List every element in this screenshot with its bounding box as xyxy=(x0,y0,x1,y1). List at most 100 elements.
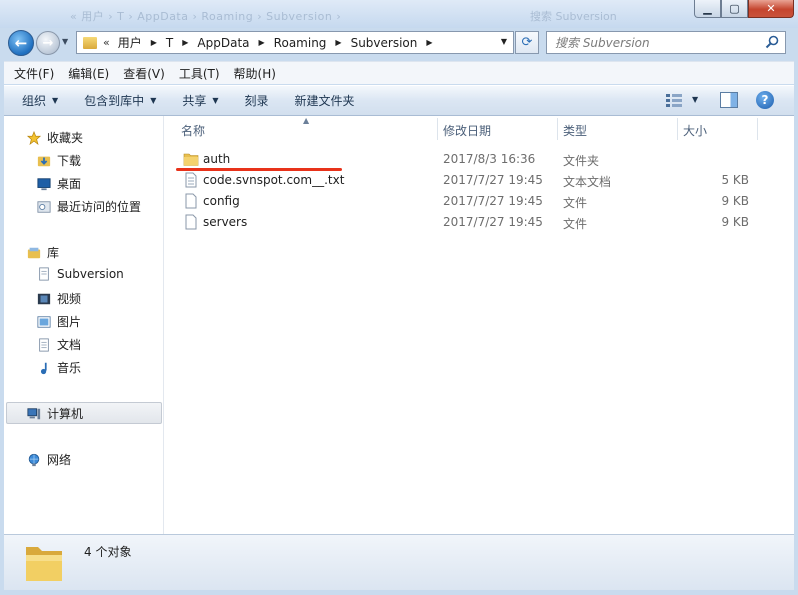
download-folder-icon xyxy=(37,156,51,166)
file-name: code.svnspot.com__.txt xyxy=(203,173,345,187)
nav-subversion[interactable]: Subversion xyxy=(36,267,124,281)
nav-subversion-label: Subversion xyxy=(57,267,124,281)
organize-label: 组织 xyxy=(22,94,47,108)
close-icon: ✕ xyxy=(766,2,776,15)
help-button[interactable]: ? xyxy=(756,91,774,109)
table-row[interactable]: config 2017/7/27 19:45 文件 9 KB xyxy=(179,191,779,211)
chevron-right-icon[interactable]: ▶ xyxy=(151,38,157,47)
music-icon xyxy=(40,362,47,374)
column-divider[interactable] xyxy=(437,118,438,140)
minimize-button[interactable]: ▁ xyxy=(694,0,721,18)
forward-button[interactable]: → xyxy=(36,31,60,55)
nav-documents[interactable]: 文档 xyxy=(36,336,81,353)
recent-pages-dropdown[interactable]: ▼ xyxy=(62,37,68,46)
recent-places-icon xyxy=(37,200,51,213)
file-type: 文本文档 xyxy=(563,175,612,189)
video-icon xyxy=(37,293,51,304)
breadcrumb-overflow[interactable]: « xyxy=(103,36,110,49)
file-date: 2017/7/27 19:45 xyxy=(443,173,543,187)
share-button[interactable]: 共享 ▼ xyxy=(182,92,218,109)
nav-computer[interactable]: 计算机 xyxy=(26,405,83,422)
file-list[interactable]: ▲ 名称 修改日期 类型 大小 auth 2017/8/3 16:36 文件夹 … xyxy=(165,116,794,534)
address-bar[interactable]: « 用户 ▶ T ▶ AppData ▶ Roaming ▶ Subversio… xyxy=(76,31,514,54)
chevron-right-icon[interactable]: ▶ xyxy=(335,38,341,47)
refresh-button[interactable]: ⟳ xyxy=(515,31,539,54)
column-type-header[interactable]: 类型 xyxy=(563,122,587,139)
file-date: 2017/8/3 16:36 xyxy=(443,152,536,166)
new-folder-button[interactable]: 新建文件夹 xyxy=(295,92,355,109)
nav-recent[interactable]: 最近访问的位置 xyxy=(36,198,141,215)
search-icon[interactable] xyxy=(765,35,779,49)
nav-favorites[interactable]: 收藏夹 xyxy=(26,129,83,146)
file-type: 文件 xyxy=(563,196,588,210)
document-icon xyxy=(39,337,49,352)
content-area: 收藏夹 下载 桌面 最近访问的位置 库 Subversion 视频 图片 文档 … xyxy=(4,116,794,534)
menu-help[interactable]: 帮助(H) xyxy=(234,65,276,82)
file-date: 2017/7/27 19:45 xyxy=(443,215,543,229)
nav-network-label: 网络 xyxy=(47,453,72,467)
title-bar: « 用户 › T › AppData › Roaming › Subversio… xyxy=(0,0,798,28)
column-size-header[interactable]: 大小 xyxy=(683,122,707,139)
breadcrumb-subversion[interactable]: Subversion xyxy=(351,36,418,50)
menu-view[interactable]: 查看(V) xyxy=(123,65,165,82)
column-divider[interactable] xyxy=(557,118,558,140)
chevron-right-icon[interactable]: ▶ xyxy=(426,38,432,47)
back-button[interactable]: ← xyxy=(8,30,34,56)
maximize-button[interactable]: ▢ xyxy=(721,0,748,18)
refresh-icon: ⟳ xyxy=(521,35,533,50)
close-button[interactable]: ✕ xyxy=(748,0,794,18)
view-options-icon[interactable] xyxy=(666,94,682,107)
chevron-right-icon[interactable]: ▶ xyxy=(259,38,265,47)
search-input[interactable] xyxy=(555,35,765,50)
column-date-header[interactable]: 修改日期 xyxy=(443,122,491,139)
nav-pictures[interactable]: 图片 xyxy=(36,313,81,330)
nav-favorites-label: 收藏夹 xyxy=(47,131,84,145)
folder-icon xyxy=(26,547,62,581)
nav-videos[interactable]: 视频 xyxy=(36,290,81,307)
star-icon xyxy=(26,130,42,145)
nav-recent-label: 最近访问的位置 xyxy=(57,200,142,214)
nav-network[interactable]: 网络 xyxy=(26,451,71,468)
table-row[interactable]: code.svnspot.com__.txt 2017/7/27 19:45 文… xyxy=(179,170,779,190)
search-box[interactable] xyxy=(546,31,786,54)
column-divider[interactable] xyxy=(677,118,678,140)
organize-button[interactable]: 组织 ▼ xyxy=(22,92,58,109)
menu-tools[interactable]: 工具(T) xyxy=(179,65,220,82)
file-size: 9 KB xyxy=(721,215,749,229)
address-row: ← → ▼ « 用户 ▶ T ▶ AppData ▶ Roaming ▶ Sub… xyxy=(0,28,798,60)
text-file-icon xyxy=(185,172,197,188)
nav-music-label: 音乐 xyxy=(57,361,82,375)
nav-music[interactable]: 音乐 xyxy=(36,359,81,376)
minimize-icon: ▁ xyxy=(703,2,712,15)
nav-libraries[interactable]: 库 xyxy=(26,244,59,261)
back-arrow-icon: ← xyxy=(14,34,28,52)
annotation-underline xyxy=(176,168,342,171)
include-library-button[interactable]: 包含到库中 ▼ xyxy=(84,92,156,109)
chevron-right-icon[interactable]: ▶ xyxy=(182,38,188,47)
breadcrumb-t[interactable]: T xyxy=(166,36,173,50)
folder-icon xyxy=(183,153,199,166)
menu-file[interactable]: 文件(F) xyxy=(14,65,54,82)
breadcrumb-users[interactable]: 用户 xyxy=(118,34,142,51)
table-row[interactable]: auth 2017/8/3 16:36 文件夹 xyxy=(179,149,779,169)
nav-downloads-label: 下载 xyxy=(57,154,82,168)
file-icon xyxy=(185,193,197,209)
new-folder-label: 新建文件夹 xyxy=(294,94,355,108)
column-divider[interactable] xyxy=(757,118,758,140)
breadcrumb-appdata[interactable]: AppData xyxy=(197,36,249,50)
address-dropdown-icon[interactable]: ▼ xyxy=(501,37,507,46)
menu-edit[interactable]: 编辑(E) xyxy=(68,65,109,82)
navigation-pane[interactable]: 收藏夹 下载 桌面 最近访问的位置 库 Subversion 视频 图片 文档 … xyxy=(4,116,164,534)
table-row[interactable]: servers 2017/7/27 19:45 文件 9 KB xyxy=(179,212,779,232)
title-ghost-search: 搜索 Subversion xyxy=(530,10,617,23)
file-size: 9 KB xyxy=(721,194,749,208)
nav-downloads[interactable]: 下载 xyxy=(36,152,81,169)
view-dropdown-icon[interactable]: ▼ xyxy=(692,95,698,104)
column-name-header[interactable]: 名称 xyxy=(181,122,205,139)
breadcrumb-roaming[interactable]: Roaming xyxy=(274,36,327,50)
burn-button[interactable]: 刻录 xyxy=(245,92,269,109)
preview-pane-icon[interactable] xyxy=(720,92,738,108)
chevron-down-icon: ▼ xyxy=(212,96,219,105)
document-library-icon xyxy=(39,267,49,281)
nav-desktop[interactable]: 桌面 xyxy=(36,175,81,192)
